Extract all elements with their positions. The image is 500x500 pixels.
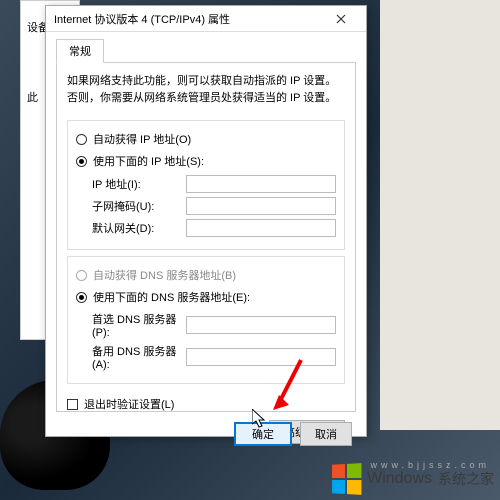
ok-button[interactable]: 确定 <box>234 422 292 446</box>
radio-dns-auto-label: 自动获得 DNS 服务器地址(B) <box>93 267 236 283</box>
radio-ip-manual[interactable]: 使用下面的 IP 地址(S): <box>76 153 336 169</box>
radio-dns-manual-label: 使用下面的 DNS 服务器地址(E): <box>93 289 250 305</box>
dns-preferred-input[interactable] <box>186 316 336 334</box>
radio-icon <box>76 270 87 281</box>
tab-strip: 常规 <box>46 32 366 62</box>
dns-alternate-label: 备用 DNS 服务器(A): <box>92 343 186 371</box>
background-panel <box>380 0 500 430</box>
radio-ip-manual-label: 使用下面的 IP 地址(S): <box>93 153 204 169</box>
dns-group: 自动获得 DNS 服务器地址(B) 使用下面的 DNS 服务器地址(E): 首选… <box>67 256 345 384</box>
ip-address-input[interactable] <box>186 175 336 193</box>
parent-label-2: 此 <box>27 89 38 105</box>
ipv4-properties-dialog: Internet 协议版本 4 (TCP/IPv4) 属性 常规 如果网络支持此… <box>45 5 367 437</box>
radio-ip-auto[interactable]: 自动获得 IP 地址(O) <box>76 131 336 147</box>
ip-address-label: IP 地址(I): <box>92 176 186 192</box>
validate-label: 退出时验证设置(L) <box>84 396 174 412</box>
subnet-mask-input[interactable] <box>186 197 336 215</box>
ip-group: 自动获得 IP 地址(O) 使用下面的 IP 地址(S): IP 地址(I): … <box>67 120 345 250</box>
close-icon <box>336 14 346 24</box>
radio-dns-auto: 自动获得 DNS 服务器地址(B) <box>76 267 336 283</box>
radio-dns-manual[interactable]: 使用下面的 DNS 服务器地址(E): <box>76 289 336 305</box>
radio-ip-auto-label: 自动获得 IP 地址(O) <box>93 131 191 147</box>
radio-icon <box>76 134 87 145</box>
subnet-mask-label: 子网掩码(U): <box>92 198 186 214</box>
windows-logo-icon <box>332 463 361 495</box>
checkbox-icon <box>67 399 78 410</box>
titlebar[interactable]: Internet 协议版本 4 (TCP/IPv4) 属性 <box>46 6 366 32</box>
radio-icon <box>76 156 87 167</box>
cancel-button[interactable]: 取消 <box>300 422 352 446</box>
gateway-input[interactable] <box>186 219 336 237</box>
watermark-sub: 系统之家 <box>438 469 494 489</box>
description-text: 如果网络支持此功能，则可以获取自动指派的 IP 设置。否则，你需要从网络系统管理… <box>67 73 345 106</box>
gateway-row: 默认网关(D): <box>92 219 336 237</box>
watermark-url: www.bjjssz.com <box>370 460 490 470</box>
ip-address-row: IP 地址(I): <box>92 175 336 193</box>
subnet-mask-row: 子网掩码(U): <box>92 197 336 215</box>
dns-preferred-label: 首选 DNS 服务器(P): <box>92 311 186 339</box>
radio-icon <box>76 292 87 303</box>
watermark-brand: Windows <box>367 470 432 488</box>
close-button[interactable] <box>324 9 358 29</box>
tab-general[interactable]: 常规 <box>56 39 104 63</box>
dns-preferred-row: 首选 DNS 服务器(P): <box>92 311 336 339</box>
tab-content: 如果网络支持此功能，则可以获取自动指派的 IP 设置。否则，你需要从网络系统管理… <box>56 62 356 412</box>
dns-alternate-input[interactable] <box>186 348 336 366</box>
gateway-label: 默认网关(D): <box>92 220 186 236</box>
validate-row[interactable]: 退出时验证设置(L) <box>67 396 345 412</box>
dialog-title: Internet 协议版本 4 (TCP/IPv4) 属性 <box>54 11 324 27</box>
dns-alternate-row: 备用 DNS 服务器(A): <box>92 343 336 371</box>
